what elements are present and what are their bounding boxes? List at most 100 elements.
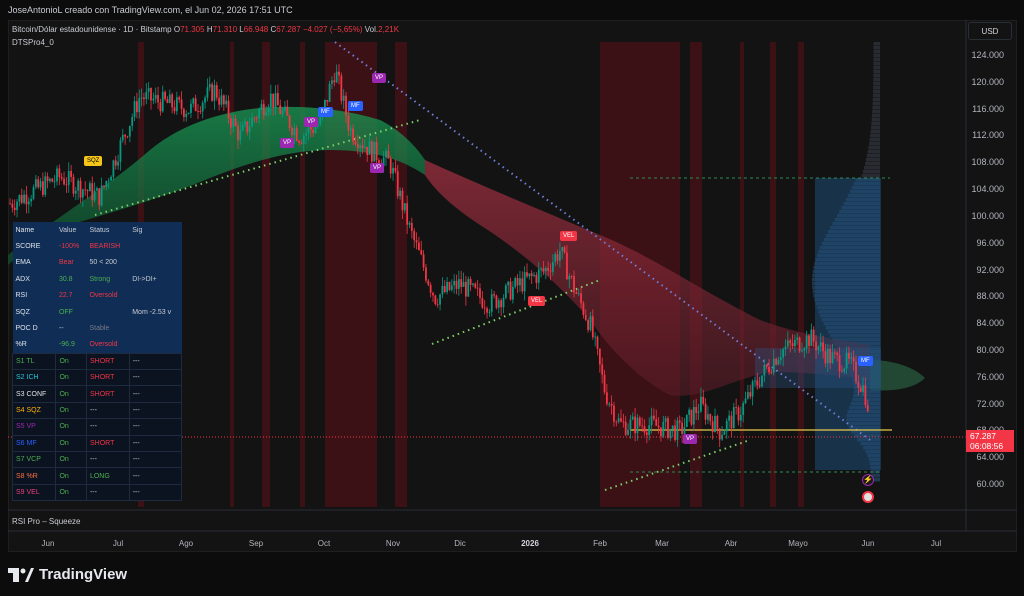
candle-body: [509, 281, 512, 300]
mf-signal-badge[interactable]: MF: [858, 356, 873, 366]
candle-body: [486, 308, 488, 313]
vp-signal-badge[interactable]: VP: [304, 117, 319, 127]
candle-body: [754, 380, 756, 382]
candle-body: [262, 104, 265, 116]
candle-body: [765, 364, 768, 367]
vp-signal-badge[interactable]: VP: [372, 73, 387, 83]
candle-body: [655, 418, 658, 426]
volume-profile-bar: [862, 170, 880, 174]
candle-body: [305, 133, 307, 136]
candle-body: [735, 407, 738, 408]
dashboard-cell: --: [55, 320, 87, 337]
vel-signal-badge[interactable]: VEL: [560, 231, 578, 241]
candle-body: [253, 117, 256, 119]
candle-body: [770, 372, 773, 374]
last-price-value: 67.287: [970, 431, 996, 441]
candle-body: [519, 278, 521, 286]
candle-body: [777, 359, 780, 365]
mf-signal-badge[interactable]: MF: [348, 101, 363, 111]
lightning-icon[interactable]: ⚡: [862, 474, 874, 486]
candle-body: [467, 279, 470, 297]
candle-body: [662, 421, 665, 437]
candle-body: [403, 203, 406, 211]
candle-body: [9, 203, 11, 205]
candle-body: [580, 293, 582, 304]
candle-body: [732, 407, 735, 429]
change-value: −4.027 (−5,65%): [302, 25, 363, 34]
candle-body: [636, 417, 639, 434]
mf-signal-badge[interactable]: MF: [318, 107, 333, 117]
candle-body: [688, 409, 691, 415]
candle-body: [742, 403, 745, 415]
candle-body: [112, 160, 115, 177]
candle-body: [298, 140, 300, 143]
sqz-signal-badge[interactable]: SQZ: [84, 156, 103, 166]
candle-body: [584, 315, 587, 320]
candle-body: [676, 420, 679, 440]
vp-signal-badge[interactable]: VP: [683, 434, 698, 444]
candle-body: [678, 420, 681, 423]
candle-body: [700, 396, 702, 412]
indicator-name[interactable]: DTSPro4_0: [12, 38, 54, 47]
candle-body: [801, 350, 803, 352]
candle-body: [300, 142, 303, 144]
candle-body: [331, 80, 333, 84]
candle-body: [20, 195, 23, 203]
rsi-pane-label[interactable]: RSI Pro – Squeeze: [12, 517, 80, 526]
candle-body: [206, 87, 209, 98]
dashboard-row: S1 TL On SHORT ---: [11, 352, 183, 371]
candle-body: [237, 125, 239, 141]
candle-body: [850, 357, 853, 359]
candle-body: [500, 300, 503, 308]
price-tick: 108.000: [971, 157, 1004, 168]
currency-button[interactable]: USD: [968, 22, 1012, 40]
candle-body: [389, 158, 392, 174]
vp-signal-badge[interactable]: VP: [370, 163, 385, 173]
candle-body: [70, 171, 72, 177]
candle-body: [544, 268, 547, 272]
candle-body: [319, 116, 322, 125]
candle-body: [213, 85, 216, 101]
candle-body: [133, 101, 136, 118]
candle-body: [671, 425, 674, 430]
candle-body: [848, 352, 850, 359]
candle-body: [862, 385, 864, 392]
tradingview-logo[interactable]: TradingView: [8, 566, 127, 583]
vp-signal-badge[interactable]: VP: [280, 138, 295, 148]
volume-profile-bar: [867, 150, 880, 154]
candle-body: [714, 415, 716, 432]
range-box: [815, 178, 881, 470]
dashboard-cell: Oversold: [86, 336, 130, 354]
dashboard-cell: RSI: [12, 287, 56, 304]
candle-body: [796, 337, 799, 340]
candle-body: [669, 429, 672, 438]
candle-body: [822, 342, 824, 352]
candle-body: [559, 251, 561, 261]
candle-body: [373, 141, 376, 162]
candle-body: [272, 93, 275, 108]
candle-body: [622, 421, 625, 423]
volume-profile-bar: [870, 134, 880, 138]
candle-body: [427, 280, 430, 285]
volume-profile-bar: [873, 42, 880, 46]
candle-body: [756, 380, 759, 386]
candle-body: [782, 349, 785, 358]
candle-body: [136, 101, 138, 113]
vel-signal-badge[interactable]: VEL: [528, 296, 546, 306]
dashboard-cell: [86, 303, 130, 321]
dashboard-cell: ---: [128, 483, 183, 502]
dashboard-row: S5 VP On --- ---: [11, 418, 183, 436]
candle-body: [514, 278, 517, 287]
us-flag-event-icon[interactable]: [862, 491, 874, 503]
candle-body: [645, 432, 648, 436]
time-tick: 2026: [521, 539, 539, 548]
dashboard-row: EMA Bear 50 < 200: [12, 254, 182, 272]
dashboard-row: RSI 22.7 Oversold: [12, 287, 182, 304]
candle-body: [399, 190, 401, 197]
candle-body: [817, 346, 820, 351]
candle-body: [387, 150, 390, 159]
dashboard-cell: LONG: [85, 467, 130, 485]
candle-body: [246, 121, 249, 133]
dashboard-cell: On: [55, 483, 87, 502]
last-price-tag: 67.287 06:08:56: [966, 430, 1014, 452]
